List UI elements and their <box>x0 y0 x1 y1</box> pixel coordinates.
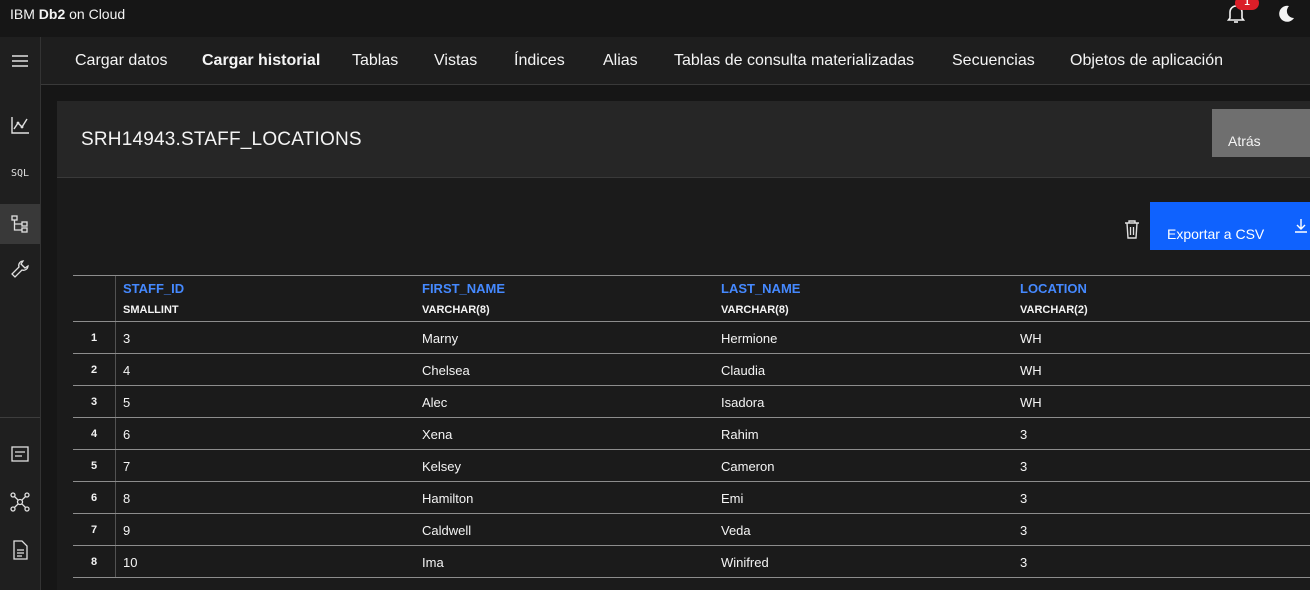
cell-last-name: Claudia <box>721 363 766 378</box>
row-number: 3 <box>73 386 116 417</box>
top-bar: IBM Db2 on Cloud 1 <box>0 0 1310 28</box>
object-tabs: Cargar datos Cargar historial Tablas Vis… <box>41 37 1310 85</box>
row-number-header <box>73 276 116 321</box>
cell-location: 3 <box>1020 523 1028 538</box>
column-type: VARCHAR(8) <box>721 304 789 316</box>
cell-staff-id: 5 <box>123 395 131 410</box>
cell-location: WH <box>1020 395 1042 410</box>
cell-staff-id: 10 <box>123 555 138 570</box>
rail-divider <box>0 417 40 418</box>
table-row[interactable]: 2 4 Chelsea Claudia WH <box>73 354 1310 386</box>
column-name: STAFF_ID <box>123 281 185 296</box>
cell-staff-id: 6 <box>123 427 131 442</box>
notification-badge: 1 <box>1235 0 1259 10</box>
console-icon[interactable] <box>0 437 40 471</box>
sql-editor-icon[interactable]: SQL <box>0 156 40 190</box>
row-number: 7 <box>73 514 116 545</box>
cell-last-name: Emi <box>721 491 744 506</box>
column-name: FIRST_NAME <box>422 281 506 296</box>
table-row[interactable]: 3 5 Alec Isadora WH <box>73 386 1310 418</box>
cell-last-name: Isadora <box>721 395 765 410</box>
column-name: LOCATION <box>1020 281 1087 296</box>
tab-vistas[interactable]: Vistas <box>434 52 477 70</box>
cell-staff-id: 9 <box>123 523 131 538</box>
column-type: VARCHAR(2) <box>1020 304 1088 316</box>
row-number: 1 <box>73 322 116 353</box>
data-table: STAFF_ID SMALLINT FIRST_NAME VARCHAR(8) … <box>73 275 1310 578</box>
table-row[interactable]: 1 3 Marny Hermione WH <box>73 322 1310 354</box>
tab-alias[interactable]: Alias <box>603 52 638 70</box>
cell-location: 3 <box>1020 427 1028 442</box>
data-explorer-icon[interactable] <box>0 204 40 244</box>
export-csv-button[interactable]: Exportar a CSV <box>1150 202 1310 250</box>
tab-objetos-aplicacion[interactable]: Objetos de aplicación <box>1070 52 1223 70</box>
cell-first-name: Kelsey <box>422 459 462 474</box>
cell-location: 3 <box>1020 555 1028 570</box>
cell-first-name: Chelsea <box>422 363 470 378</box>
cell-first-name: Caldwell <box>422 523 472 538</box>
cell-last-name: Veda <box>721 523 751 538</box>
menu-icon[interactable] <box>0 44 40 78</box>
app-title[interactable]: IBM Db2 on Cloud <box>10 6 125 22</box>
cell-first-name: Ima <box>422 555 444 570</box>
cell-last-name: Cameron <box>721 459 775 474</box>
table-row[interactable]: 4 6 Xena Rahim 3 <box>73 418 1310 450</box>
wrench-icon[interactable] <box>0 252 40 286</box>
cell-staff-id: 7 <box>123 459 131 474</box>
column-type: SMALLINT <box>123 304 179 316</box>
back-button[interactable]: Atrás <box>1212 109 1310 157</box>
tab-cargar-datos[interactable]: Cargar datos <box>75 52 168 70</box>
download-icon <box>1295 219 1307 233</box>
row-number: 8 <box>73 546 116 577</box>
document-icon[interactable] <box>0 533 40 567</box>
cell-first-name: Marny <box>422 331 459 346</box>
cell-location: 3 <box>1020 491 1028 506</box>
row-number: 5 <box>73 450 116 481</box>
dark-mode-icon[interactable] <box>1276 4 1296 24</box>
cell-location: WH <box>1020 331 1042 346</box>
column-name: LAST_NAME <box>721 281 801 296</box>
row-number: 4 <box>73 418 116 449</box>
cell-first-name: Alec <box>422 395 448 410</box>
export-csv-label: Exportar a CSV <box>1167 226 1265 242</box>
cell-location: 3 <box>1020 459 1028 474</box>
panel-header: SRH14943.STAFF_LOCATIONS Atrás <box>57 101 1310 178</box>
column-type: VARCHAR(8) <box>422 304 490 316</box>
tab-secuencias[interactable]: Secuencias <box>952 52 1035 70</box>
side-rail: SQL <box>0 37 41 590</box>
cell-first-name: Xena <box>422 427 453 442</box>
tab-tablas[interactable]: Tablas <box>352 52 398 70</box>
table-row[interactable]: 8 10 Ima Winifred 3 <box>73 546 1310 578</box>
tab-indices[interactable]: Índices <box>514 52 565 70</box>
table-name-title: SRH14943.STAFF_LOCATIONS <box>81 129 362 150</box>
tab-cargar-historial[interactable]: Cargar historial <box>202 52 320 70</box>
table-row[interactable]: 5 7 Kelsey Cameron 3 <box>73 450 1310 482</box>
row-number: 6 <box>73 482 116 513</box>
cell-staff-id: 4 <box>123 363 131 378</box>
delete-icon[interactable] <box>1123 219 1141 239</box>
table-row[interactable]: 6 8 Hamilton Emi 3 <box>73 482 1310 514</box>
monitor-chart-icon[interactable] <box>0 108 40 142</box>
cell-staff-id: 8 <box>123 491 131 506</box>
cell-last-name: Winifred <box>721 555 769 570</box>
cell-location: WH <box>1020 363 1042 378</box>
table-header: STAFF_ID SMALLINT FIRST_NAME VARCHAR(8) … <box>73 276 1310 322</box>
table-row[interactable]: 7 9 Caldwell Veda 3 <box>73 514 1310 546</box>
cell-first-name: Hamilton <box>422 491 474 506</box>
connections-icon[interactable] <box>0 485 40 519</box>
tab-tablas-consulta-materializadas[interactable]: Tablas de consulta materializadas <box>674 52 914 70</box>
cell-last-name: Hermione <box>721 331 778 346</box>
row-number: 2 <box>73 354 116 385</box>
cell-staff-id: 3 <box>123 331 131 346</box>
cell-last-name: Rahim <box>721 427 759 442</box>
